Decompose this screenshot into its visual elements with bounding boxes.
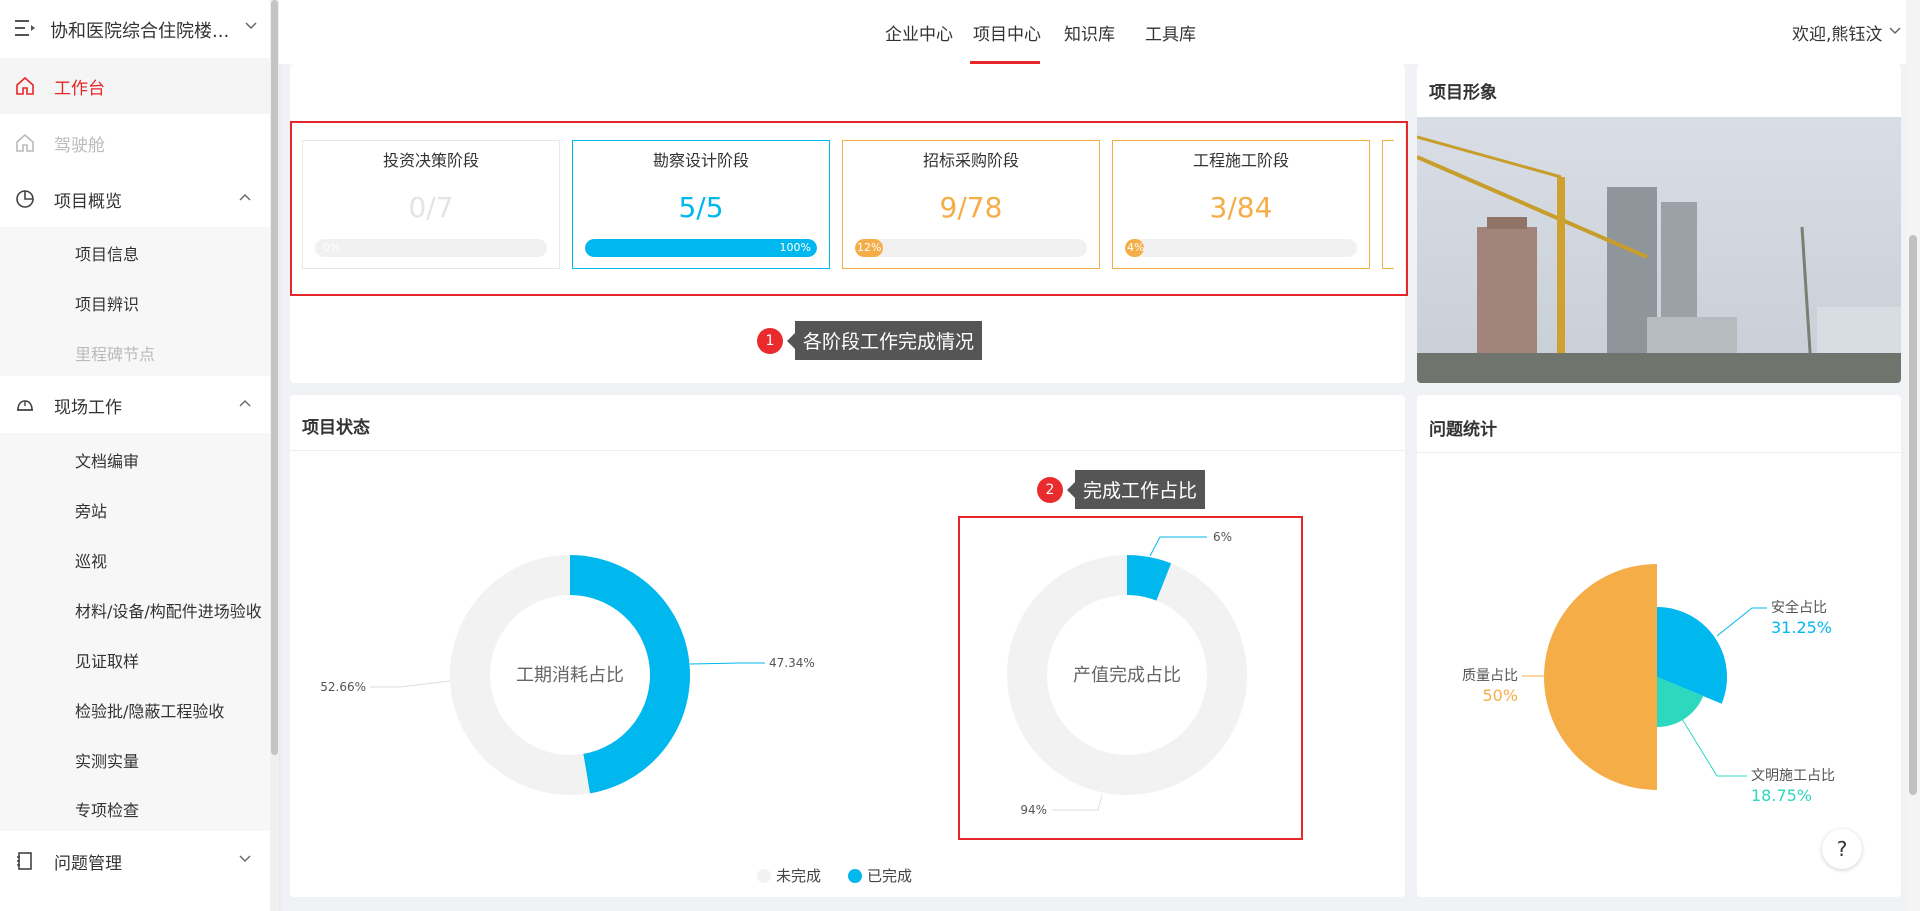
tab-project-center[interactable]: 项目中心	[973, 20, 1041, 45]
project-image-card: 项目形象	[1417, 64, 1901, 383]
user-greeting[interactable]: 欢迎,熊钰汶	[1792, 20, 1882, 45]
sidebar-item-label: 项目概览	[54, 192, 122, 212]
chevron-down-icon	[239, 855, 251, 862]
chevron-down-icon[interactable]	[245, 22, 257, 30]
chevron-down-icon[interactable]	[1889, 27, 1901, 35]
callout-arrow	[787, 332, 795, 349]
donut-chart-schedule: 工期消耗占比 47.34% 52.66%	[320, 555, 815, 795]
helmet-icon	[17, 400, 33, 411]
home-icon	[16, 76, 34, 95]
sidebar-scrollbar-thumb[interactable]	[271, 0, 278, 755]
rose-chart-issues: 安全占比 31.25% 文明施工占比 18.75% 质量占比 50%	[1462, 564, 1835, 805]
slice-value-label: 50%	[1482, 686, 1518, 705]
sidebar-item-label: 现场工作	[54, 398, 122, 418]
sidebar-subitem-measurement[interactable]: 实测实量	[75, 748, 139, 772]
sidebar-item-label: 问题管理	[54, 854, 122, 874]
slice-label: 52.66%	[320, 680, 366, 694]
slice-label-line	[1716, 607, 1767, 637]
callout-arrow	[1067, 481, 1075, 498]
slice-name-label: 文明施工占比	[1751, 768, 1835, 784]
card-title: 项目形象	[1429, 83, 1497, 103]
sidebar-subitem-patrol[interactable]: 巡视	[75, 548, 107, 572]
chart-legend: 未完成 已完成	[757, 867, 912, 885]
slice-label: 47.34%	[769, 656, 815, 670]
chevron-up-icon	[239, 400, 251, 407]
tab-knowledge-base[interactable]: 知识库	[1064, 20, 1115, 45]
pie-chart-icon	[16, 190, 34, 208]
sidebar-subitem-witness-sampling[interactable]: 见证取样	[75, 648, 139, 672]
sidebar-subitem-project-identify[interactable]: 项目辨识	[75, 291, 139, 315]
slice-label-line	[689, 662, 765, 665]
legend-label: 已完成	[867, 867, 912, 885]
legend-marker	[848, 869, 862, 883]
field-work-submenu: 文档编审 旁站 巡视 材料/设备/构配件进场验收 见证取样 检验批/隐蔽工程验收…	[0, 433, 270, 831]
slice-name-label: 质量占比	[1462, 668, 1518, 684]
project-name: 协和医院综合住院楼...	[50, 21, 230, 42]
overview-submenu: 项目信息 项目辨识 里程碑节点	[0, 227, 270, 376]
issue-stats-chart: 安全占比 31.25% 文明施工占比 18.75% 质量占比 50%	[1462, 564, 1835, 805]
slice-label-line	[1681, 718, 1747, 777]
annotation-box-output	[958, 516, 1303, 840]
construction-site-photo	[1417, 117, 1901, 383]
card-title: 项目状态	[302, 418, 370, 438]
top-navigation: 企业中心 项目中心 知识库 工具库 欢迎,熊钰汶	[279, 0, 1920, 64]
notebook-icon	[17, 852, 32, 870]
project-selector[interactable]: 协和医院综合住院楼...	[0, 0, 270, 58]
chevron-up-icon	[239, 194, 251, 201]
tab-enterprise-center[interactable]: 企业中心	[885, 20, 953, 45]
sidebar-item-label: 驾驶舱	[54, 136, 105, 156]
sidebar-subitem-doc-review[interactable]: 文档编审	[75, 448, 139, 472]
sidebar-item-cockpit[interactable]: 驾驶舱	[0, 115, 270, 171]
annotation-box-stages	[290, 121, 1408, 296]
sidebar-item-field-work[interactable]: 现场工作	[0, 377, 270, 433]
callout-text: 各阶段工作完成情况	[795, 321, 983, 360]
sidebar-subitem-material-acceptance[interactable]: 材料/设备/构配件进场验收	[75, 598, 262, 622]
rose-slice	[1544, 564, 1657, 790]
sidebar-subitem-milestone[interactable]: 里程碑节点	[75, 341, 155, 365]
slice-value-label: 31.25%	[1771, 618, 1832, 637]
callout-text: 完成工作占比	[1075, 470, 1206, 509]
help-button[interactable]: ?	[1822, 829, 1862, 869]
sidebar-subitem-project-info[interactable]: 项目信息	[75, 241, 139, 265]
page-scrollbar[interactable]	[1906, 0, 1920, 911]
callout-output: 2 完成工作占比	[1037, 470, 1206, 509]
slice-name-label: 安全占比	[1771, 599, 1827, 616]
sidebar-item-label: 工作台	[54, 79, 105, 99]
callout-stages: 1 各阶段工作完成情况	[757, 321, 983, 360]
callout-number: 2	[1037, 476, 1063, 503]
sidebar-subitem-special-inspection[interactable]: 专项检查	[75, 797, 139, 821]
sidebar: 协和医院综合住院楼... 工作台 驾驶舱 项目概览 项目信息 项目辨识 里程碑节…	[0, 0, 279, 911]
home-icon	[16, 133, 34, 152]
sidebar-item-issue-management[interactable]: 问题管理	[0, 833, 270, 889]
slice-label-line	[370, 680, 451, 688]
donut-center-label: 工期消耗占比	[516, 665, 624, 686]
sidebar-item-workbench[interactable]: 工作台	[0, 58, 270, 114]
legend-label: 未完成	[776, 867, 821, 885]
sidebar-subitem-side-station[interactable]: 旁站	[75, 498, 107, 522]
page-scrollbar-thumb[interactable]	[1909, 235, 1917, 795]
card-title: 问题统计	[1429, 420, 1497, 440]
sidebar-subitem-inspection-lot[interactable]: 检验批/隐蔽工程验收	[75, 698, 224, 722]
callout-number: 1	[757, 327, 783, 354]
legend-marker	[757, 869, 771, 883]
sidebar-scrollbar[interactable]	[270, 0, 279, 911]
sidebar-item-overview[interactable]: 项目概览	[0, 171, 270, 227]
menu-fold-icon[interactable]	[15, 19, 35, 37]
tab-tool-library[interactable]: 工具库	[1145, 20, 1196, 45]
slice-value-label: 18.75%	[1751, 786, 1812, 805]
